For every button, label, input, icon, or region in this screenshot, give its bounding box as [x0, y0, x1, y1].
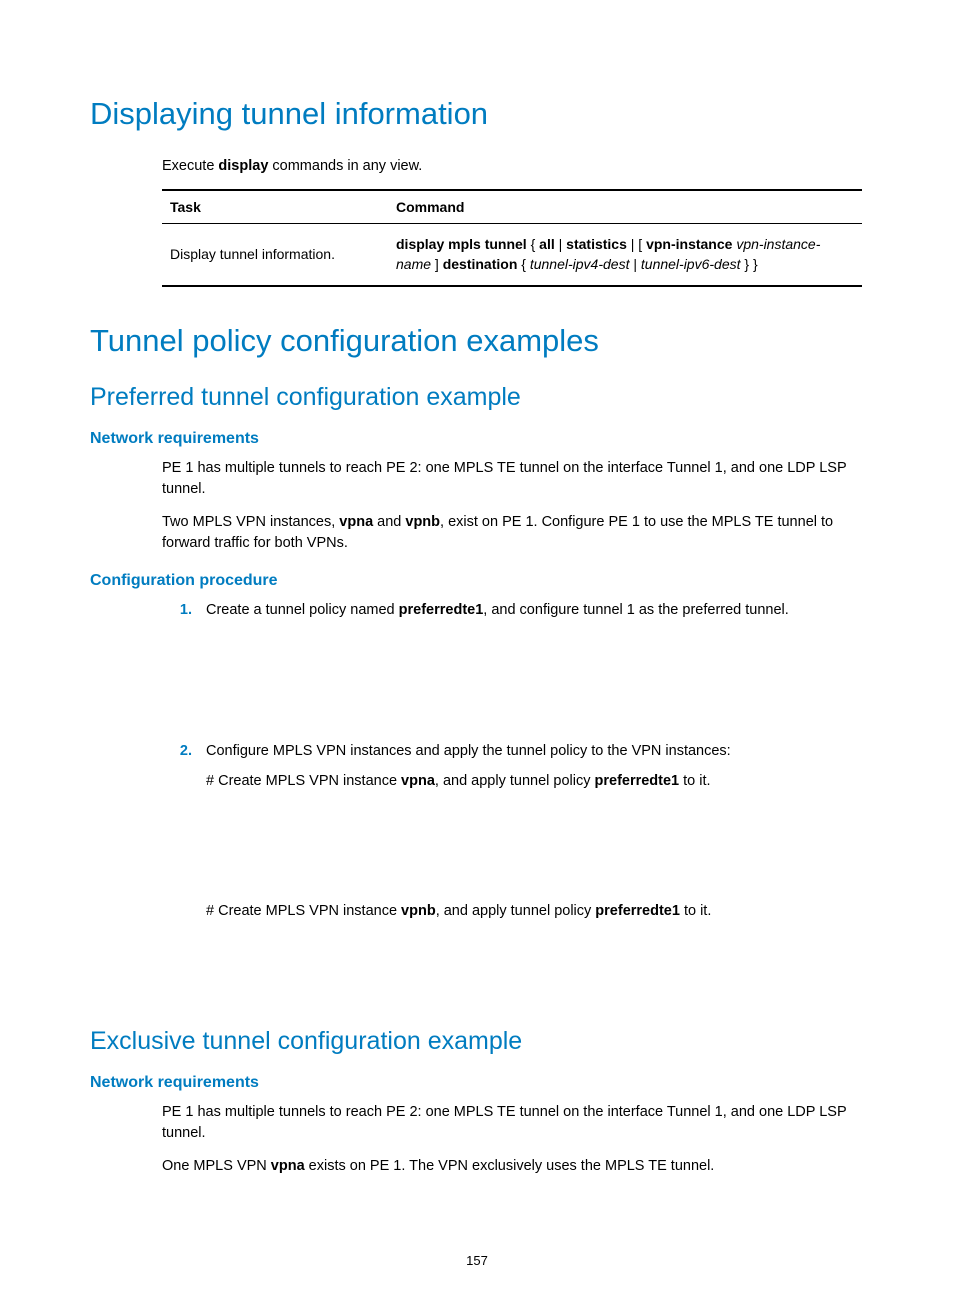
- cmd-text: {: [527, 236, 539, 252]
- cmd-text: ]: [431, 256, 443, 272]
- text: and: [373, 514, 405, 530]
- list-item: 2. Configure MPLS VPN instances and appl…: [162, 741, 864, 1008]
- text: # Create MPLS VPN instance: [206, 903, 401, 919]
- spacer: [206, 793, 864, 901]
- paragraph: Two MPLS VPN instances, vpna and vpnb, e…: [162, 512, 864, 554]
- cmd-text: |: [555, 236, 566, 252]
- cmd-keyword: display mpls tunnel: [396, 236, 527, 252]
- table-row: Display tunnel information. display mpls…: [162, 224, 862, 286]
- minor-heading-network-requirements: Network requirements: [90, 1074, 864, 1092]
- text-bold: vpnb: [401, 903, 436, 919]
- cmd-text: |: [629, 256, 640, 272]
- section-heading-tunnel-policy-examples: Tunnel policy configuration examples: [90, 323, 864, 359]
- text: Execute: [162, 158, 218, 174]
- cmd-text: {: [517, 256, 529, 272]
- table-cell-task: Display tunnel information.: [162, 224, 388, 286]
- command-table: Task Command Display tunnel information.…: [162, 189, 862, 287]
- text: , and configure tunnel 1 as the preferre…: [483, 602, 789, 618]
- text-bold: vpna: [339, 514, 373, 530]
- spacer: [206, 621, 864, 729]
- table-header-task: Task: [162, 190, 388, 224]
- table-header-command: Command: [388, 190, 862, 224]
- cmd-text: | [: [627, 236, 646, 252]
- step-text: # Create MPLS VPN instance vpnb, and app…: [206, 901, 864, 923]
- section-heading-displaying-tunnel-info: Displaying tunnel information: [90, 96, 864, 132]
- minor-heading-network-requirements: Network requirements: [90, 430, 864, 448]
- text-bold: vpna: [401, 773, 435, 789]
- paragraph: One MPLS VPN vpna exists on PE 1. The VP…: [162, 1156, 864, 1177]
- step-text: Create a tunnel policy named preferredte…: [206, 600, 864, 622]
- text: commands in any view.: [268, 158, 422, 174]
- list-item: 1. Create a tunnel policy named preferre…: [162, 600, 864, 730]
- cmd-arg: tunnel-ipv6-dest: [641, 256, 741, 272]
- text: Create a tunnel policy named: [206, 602, 399, 618]
- procedure-list: 1. Create a tunnel policy named preferre…: [162, 600, 864, 1009]
- text: to it.: [679, 773, 710, 789]
- step-number: 1.: [162, 600, 192, 622]
- text-bold: display: [218, 158, 268, 174]
- intro-paragraph: Execute display commands in any view.: [162, 156, 864, 177]
- text-bold: preferredte1: [595, 773, 680, 789]
- minor-heading-config-procedure: Configuration procedure: [90, 572, 864, 590]
- subsection-heading-preferred-tunnel: Preferred tunnel configuration example: [90, 383, 864, 412]
- step-number: 2.: [162, 741, 192, 763]
- table-cell-command: display mpls tunnel { all | statistics |…: [388, 224, 862, 286]
- text-bold: preferredte1: [595, 903, 680, 919]
- text: # Create MPLS VPN instance: [206, 773, 401, 789]
- cmd-keyword: destination: [443, 256, 518, 272]
- page-number: 157: [0, 1253, 954, 1268]
- text: , and apply tunnel policy: [436, 903, 596, 919]
- text-bold: preferredte1: [399, 602, 484, 618]
- cmd-arg: tunnel-ipv4-dest: [530, 256, 630, 272]
- text-bold: vpna: [271, 1158, 305, 1174]
- cmd-keyword: all: [539, 236, 555, 252]
- cmd-keyword: vpn-instance: [646, 236, 732, 252]
- text: Two MPLS VPN instances,: [162, 514, 339, 530]
- subsection-heading-exclusive-tunnel: Exclusive tunnel configuration example: [90, 1027, 864, 1056]
- text-bold: vpnb: [405, 514, 440, 530]
- cmd-text: } }: [741, 256, 758, 272]
- text: , and apply tunnel policy: [435, 773, 595, 789]
- text: One MPLS VPN: [162, 1158, 271, 1174]
- table-header-row: Task Command: [162, 190, 862, 224]
- text: to it.: [680, 903, 711, 919]
- spacer: [206, 923, 864, 1009]
- step-text: Configure MPLS VPN instances and apply t…: [206, 741, 864, 763]
- step-text: # Create MPLS VPN instance vpna, and app…: [206, 771, 864, 793]
- paragraph: PE 1 has multiple tunnels to reach PE 2:…: [162, 458, 864, 500]
- paragraph: PE 1 has multiple tunnels to reach PE 2:…: [162, 1102, 864, 1144]
- text: exists on PE 1. The VPN exclusively uses…: [305, 1158, 715, 1174]
- document-page: Displaying tunnel information Execute di…: [0, 0, 954, 1296]
- cmd-keyword: statistics: [566, 236, 627, 252]
